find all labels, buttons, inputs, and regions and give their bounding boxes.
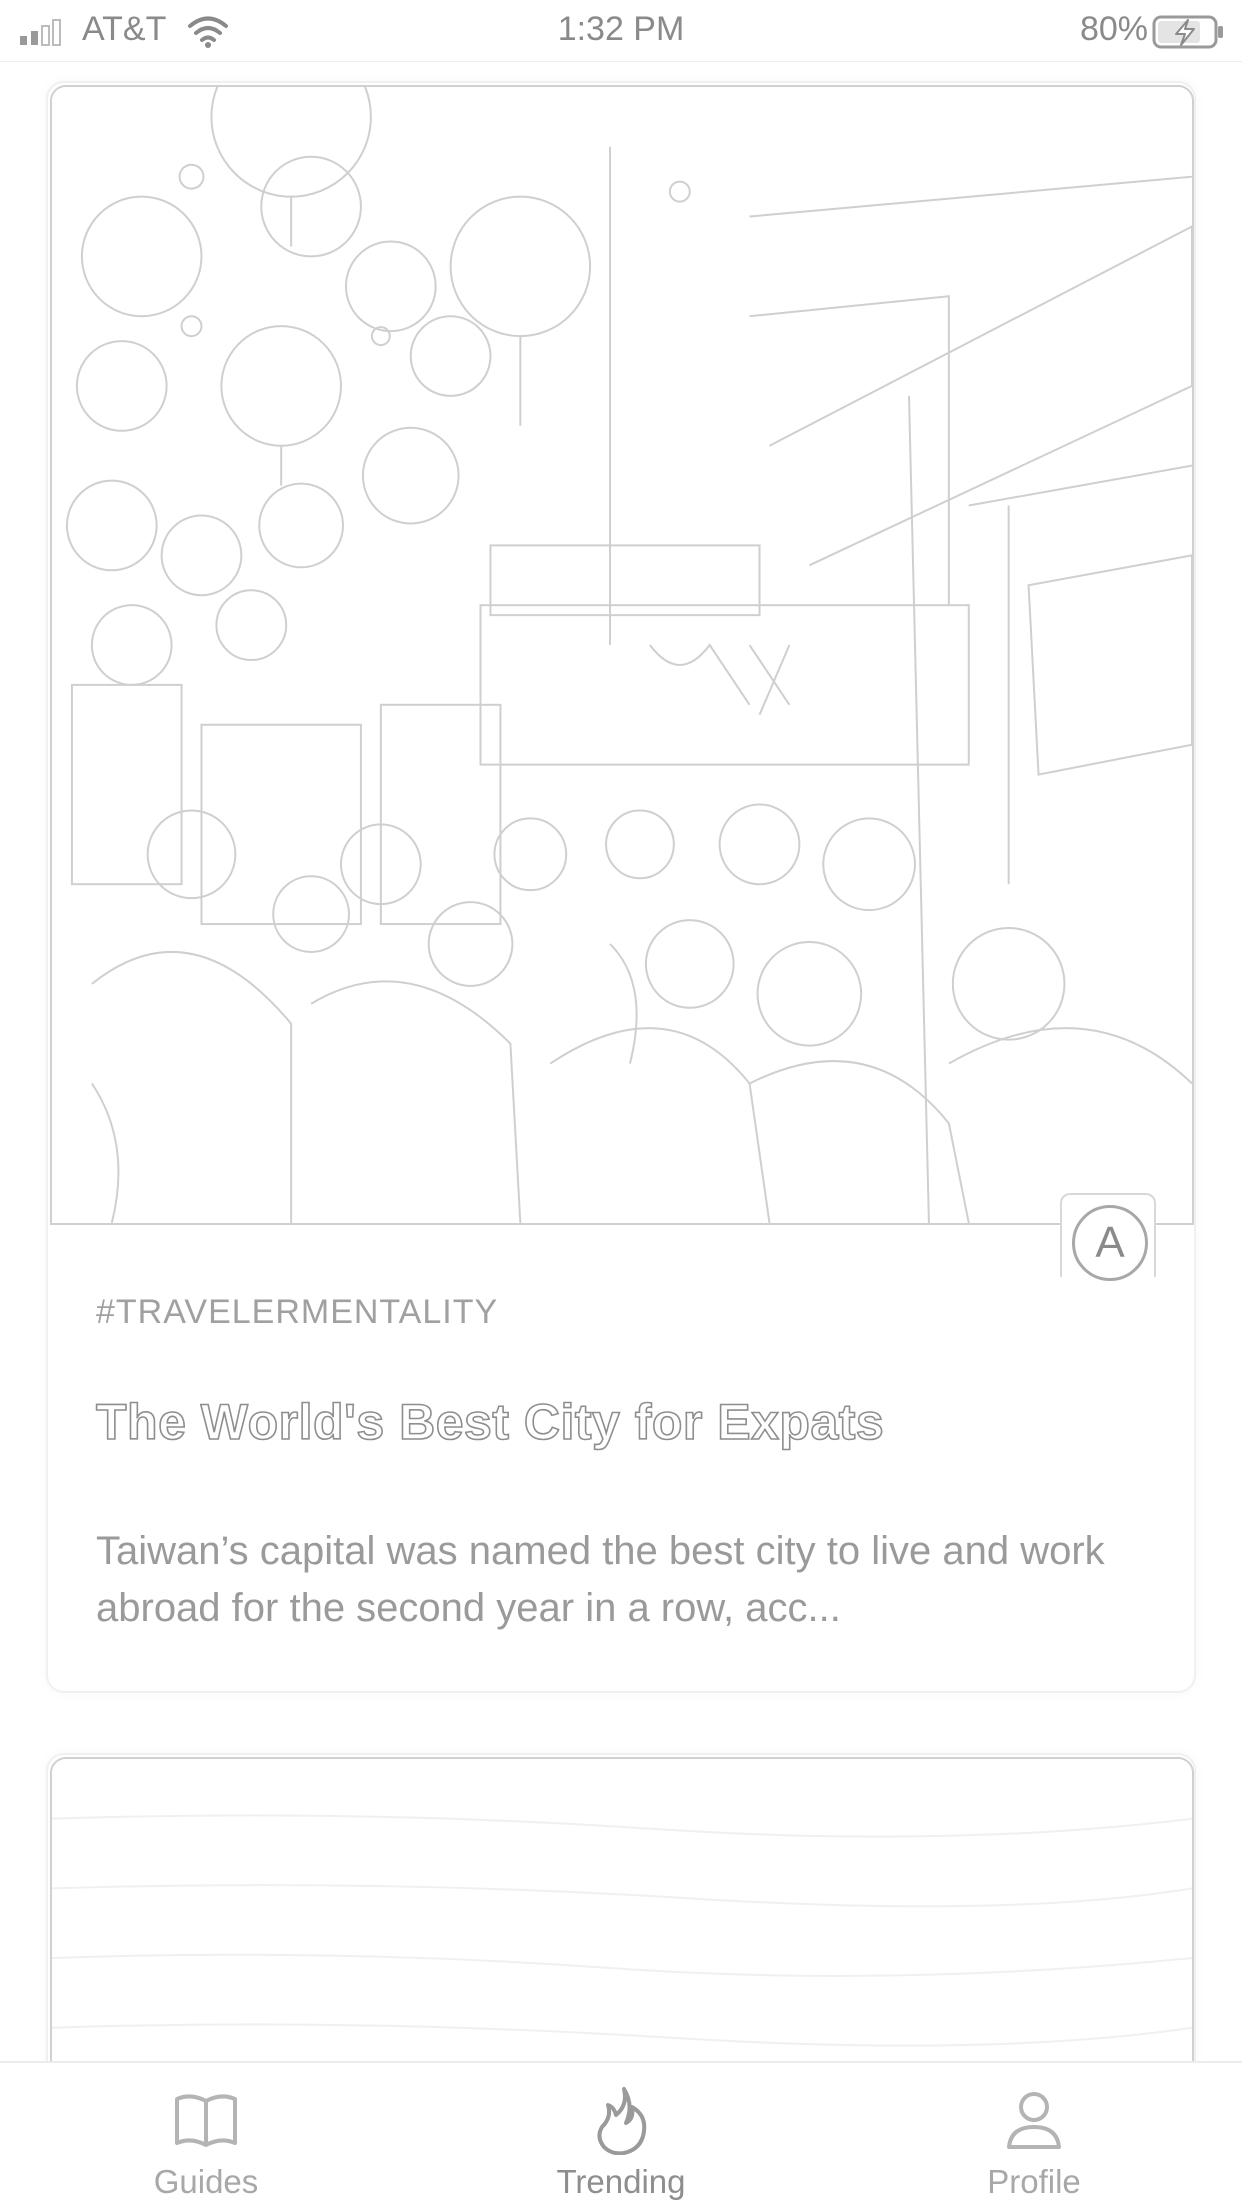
article-card[interactable]: A #TRAVELERMENTALITY The World's Best Ci…: [46, 81, 1196, 1693]
tab-bar: Guides Trending Profile: [0, 2061, 1242, 2208]
tab-trending[interactable]: Trending: [471, 2063, 771, 2210]
article-title[interactable]: The World's Best City for Expats: [95, 1393, 1156, 1451]
article-feed[interactable]: A #TRAVELERMENTALITY The World's Best Ci…: [0, 63, 1242, 2061]
wood-texture-photo: [52, 1759, 1192, 2061]
market-street-lanterns-photo: [52, 87, 1192, 1223]
tab-profile[interactable]: Profile: [884, 2063, 1184, 2210]
source-badge[interactable]: A: [1060, 1193, 1156, 1281]
tab-label: Guides: [153, 2163, 259, 2200]
source-logo-icon: A: [1072, 1205, 1148, 1281]
article-image[interactable]: [50, 85, 1194, 1225]
status-time: 1:32 PM: [557, 10, 685, 48]
tab-guides[interactable]: Guides: [56, 2063, 356, 2210]
tab-label: Profile: [987, 2163, 1081, 2200]
article-image[interactable]: [50, 1757, 1194, 2061]
person-icon: [1007, 2092, 1061, 2149]
article-card[interactable]: [46, 1753, 1196, 2061]
flame-icon: [597, 2087, 647, 2155]
tab-label: Trending: [556, 2163, 686, 2200]
battery-percent: 80%: [1079, 10, 1148, 48]
article-excerpt[interactable]: Taiwan’s capital was named the best city…: [96, 1523, 1166, 1637]
book-icon: [175, 2094, 237, 2147]
battery-charging-icon: [1152, 15, 1223, 49]
status-bar: AT&T 1:32 PM 80%: [0, 0, 1242, 62]
article-tag[interactable]: #TRAVELERMENTALITY: [96, 1293, 498, 1332]
